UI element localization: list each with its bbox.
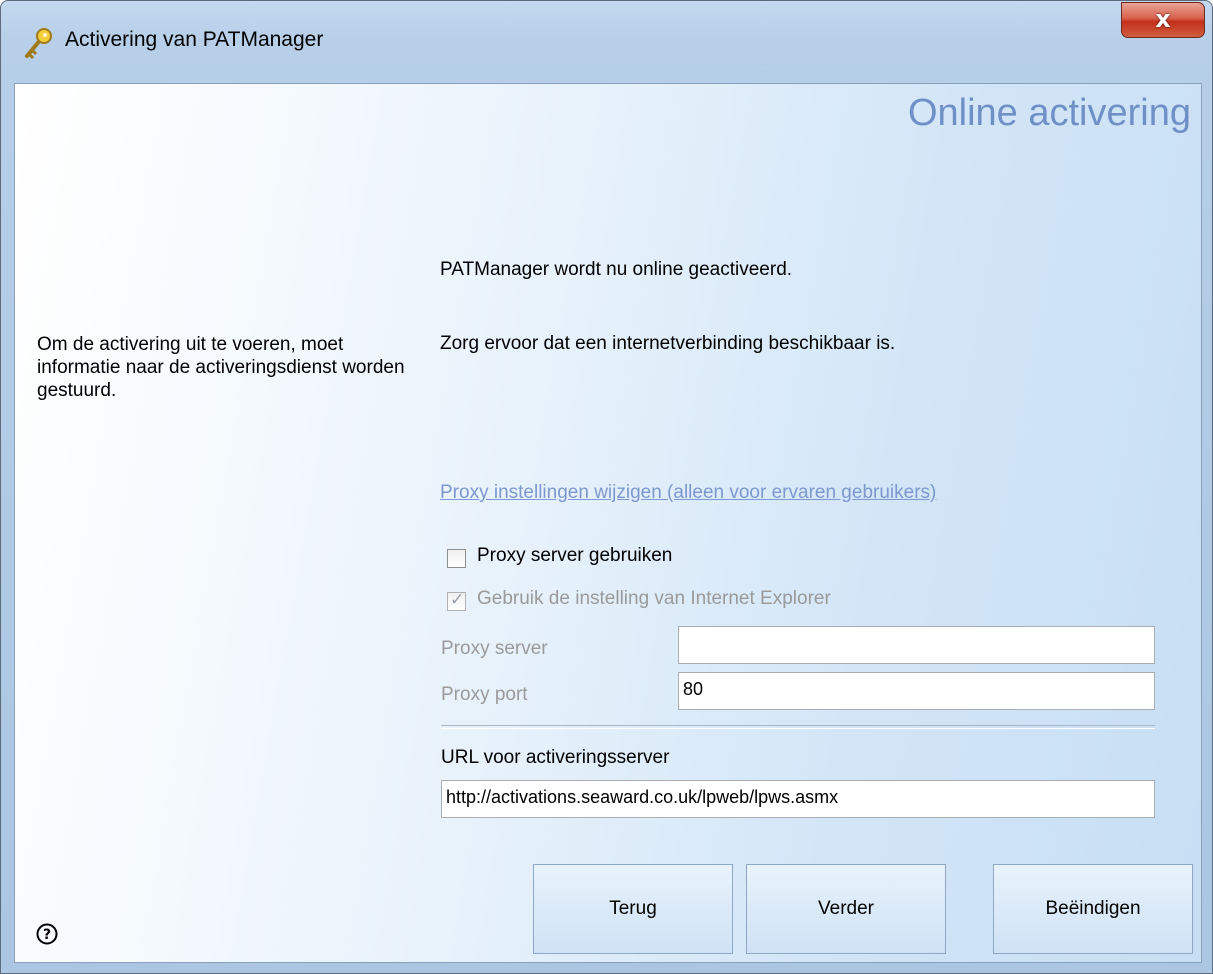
info-internet-required: Zorg ervoor dat een internetverbinding b… <box>440 333 896 354</box>
key-icon <box>25 28 52 60</box>
activation-url-input[interactable]: http://activations.seaward.co.uk/lpweb/l… <box>441 780 1155 818</box>
finish-button[interactable]: Beëindigen <box>993 864 1193 954</box>
proxy-port-label: Proxy port <box>441 684 528 705</box>
divider <box>441 725 1155 729</box>
window-title: Activering van PATManager <box>65 28 324 51</box>
page-title: Online activering <box>907 92 1191 134</box>
close-icon: x <box>1155 5 1171 33</box>
help-icon[interactable]: ? <box>36 923 58 945</box>
use-ie-settings-checkbox[interactable]: ✓ <box>447 590 466 611</box>
use-ie-settings-label: Gebruik de instelling van Internet Explo… <box>477 588 831 609</box>
use-proxy-label: Proxy server gebruiken <box>477 545 673 566</box>
back-button[interactable]: Terug <box>533 864 733 954</box>
use-proxy-checkbox[interactable] <box>447 549 466 568</box>
info-activating: PATManager wordt nu online geactiveerd. <box>440 259 793 280</box>
title-bar[interactable]: Activering van PATManager x <box>1 1 1212 85</box>
proxy-settings-link[interactable]: Proxy instellingen wijzigen (alleen voor… <box>440 482 936 504</box>
activation-url-label: URL voor activeringsserver <box>441 747 670 768</box>
wizard-panel: Online activering Om de activering uit t… <box>14 83 1202 963</box>
proxy-server-input[interactable] <box>678 626 1155 664</box>
close-button[interactable]: x <box>1121 2 1205 38</box>
checkmark-icon: ✓ <box>450 590 465 610</box>
activation-explanation: Om de activering uit te voeren, moet inf… <box>37 334 405 401</box>
proxy-port-input[interactable]: 80 <box>678 672 1155 710</box>
activation-window: Activering van PATManager x Online activ… <box>0 0 1213 974</box>
proxy-server-label: Proxy server <box>441 638 548 659</box>
svg-text:?: ? <box>43 927 51 943</box>
next-button[interactable]: Verder <box>746 864 946 954</box>
